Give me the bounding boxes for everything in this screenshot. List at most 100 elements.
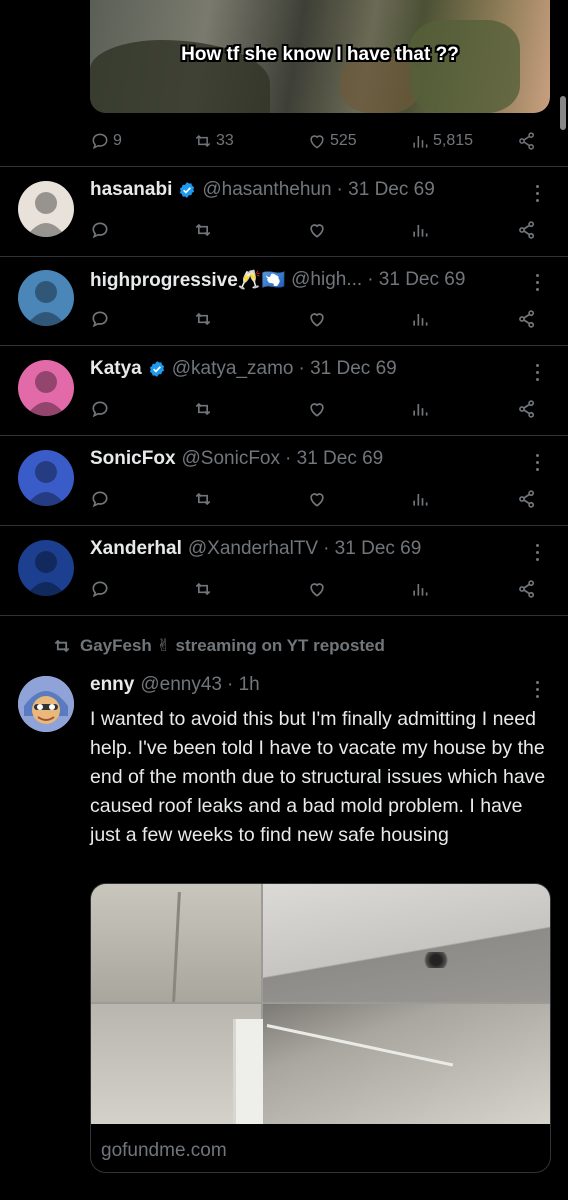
reply-icon bbox=[92, 133, 108, 150]
like-button[interactable] bbox=[307, 399, 327, 419]
heart-icon bbox=[307, 220, 327, 240]
avatar[interactable] bbox=[18, 360, 74, 416]
scrollbar-thumb[interactable] bbox=[560, 96, 566, 130]
avatar[interactable] bbox=[18, 181, 74, 237]
tweet-date[interactable]: · 31 Dec 69 bbox=[323, 538, 421, 560]
share-button[interactable] bbox=[517, 489, 537, 509]
more-options-button[interactable] bbox=[536, 274, 540, 291]
repost-icon bbox=[193, 579, 213, 599]
more-options-button[interactable] bbox=[536, 681, 540, 698]
avatar[interactable] bbox=[18, 540, 74, 596]
repost-button[interactable] bbox=[193, 579, 213, 599]
avatar-illustration bbox=[26, 551, 66, 596]
author-handle[interactable]: @high... bbox=[291, 269, 362, 291]
avatar[interactable] bbox=[18, 676, 74, 732]
views-icon bbox=[413, 136, 428, 148]
share-icon bbox=[519, 132, 534, 150]
author-line: Xanderhal @XanderhalTV · 31 Dec 69 bbox=[90, 538, 421, 560]
reply-button[interactable]: 9 bbox=[90, 131, 122, 151]
repost-indicator[interactable]: GayFesh ✌ streaming on YT reposted bbox=[52, 636, 385, 656]
tweet-action-bar bbox=[90, 487, 545, 511]
share-button[interactable] bbox=[517, 131, 537, 151]
tweet-date[interactable]: · 31 Dec 69 bbox=[337, 179, 435, 201]
author-line: enny @enny43 · 1h bbox=[90, 674, 260, 696]
reply-button[interactable] bbox=[90, 220, 110, 240]
photo-panel bbox=[263, 884, 550, 1002]
reply-button[interactable] bbox=[90, 489, 110, 509]
link-card[interactable]: gofundme.com bbox=[90, 883, 551, 1173]
repost-button[interactable] bbox=[193, 489, 213, 509]
avatar[interactable] bbox=[18, 450, 74, 506]
avatar[interactable] bbox=[18, 270, 74, 326]
author-name[interactable]: SonicFox bbox=[90, 448, 176, 470]
repost-button[interactable]: 33 bbox=[193, 131, 234, 151]
repost-button[interactable] bbox=[193, 220, 213, 240]
author-line: hasanabi @hasanthehun · 31 Dec 69 bbox=[90, 179, 435, 201]
repost-button[interactable] bbox=[193, 399, 213, 419]
share-icon bbox=[517, 399, 537, 419]
tweet-media-image[interactable]: How tf she know I have that ?? bbox=[90, 0, 550, 113]
avatar-illustration bbox=[26, 461, 66, 506]
more-options-button[interactable] bbox=[536, 364, 540, 381]
more-options-button[interactable] bbox=[536, 454, 540, 471]
avatar-illustration bbox=[26, 192, 66, 237]
reply-button[interactable] bbox=[90, 579, 110, 599]
author-line: SonicFox @SonicFox · 31 Dec 69 bbox=[90, 448, 383, 470]
share-icon bbox=[517, 309, 537, 329]
views-button[interactable] bbox=[410, 579, 430, 599]
author-name[interactable]: enny bbox=[90, 674, 134, 696]
author-name[interactable]: Xanderhal bbox=[90, 538, 182, 560]
tweet-action-bar bbox=[90, 397, 545, 421]
views-button[interactable] bbox=[410, 489, 430, 509]
avatar-illustration bbox=[26, 281, 66, 326]
tweet-date[interactable]: · 31 Dec 69 bbox=[367, 269, 465, 291]
repost-count: 33 bbox=[216, 132, 234, 149]
repost-button[interactable] bbox=[193, 309, 213, 329]
tweet-action-bar: 9 33 525 5,815 bbox=[90, 129, 545, 153]
views-icon bbox=[410, 489, 430, 509]
like-button[interactable]: 525 bbox=[307, 131, 357, 151]
author-handle[interactable]: @SonicFox bbox=[182, 448, 281, 470]
views-icon bbox=[410, 309, 430, 329]
author-handle[interactable]: @enny43 bbox=[140, 674, 222, 696]
author-handle[interactable]: @hasanthehun bbox=[202, 179, 331, 201]
reply-button[interactable] bbox=[90, 309, 110, 329]
heart-icon bbox=[307, 489, 327, 509]
reply-icon bbox=[90, 220, 110, 240]
like-button[interactable] bbox=[307, 220, 327, 240]
heart-icon bbox=[307, 399, 327, 419]
like-button[interactable] bbox=[307, 579, 327, 599]
tweet-time[interactable]: · 1h bbox=[227, 674, 260, 696]
repost-icon bbox=[54, 639, 70, 653]
author-name[interactable]: hasanabi bbox=[90, 179, 172, 201]
repost-icon bbox=[195, 134, 211, 148]
reply-button[interactable] bbox=[90, 399, 110, 419]
meme-caption: How tf she know I have that ?? bbox=[181, 44, 459, 65]
views-button[interactable] bbox=[410, 220, 430, 240]
share-button[interactable] bbox=[517, 579, 537, 599]
author-name[interactable]: highprogressive🥂🇦🇶 bbox=[90, 268, 285, 292]
tweet-date[interactable]: · 31 Dec 69 bbox=[298, 358, 396, 380]
share-button[interactable] bbox=[517, 220, 537, 240]
tweet-date[interactable]: · 31 Dec 69 bbox=[285, 448, 383, 470]
more-options-button[interactable] bbox=[536, 544, 540, 561]
share-button[interactable] bbox=[517, 399, 537, 419]
reply-icon bbox=[90, 489, 110, 509]
media-shape bbox=[410, 20, 520, 113]
author-handle[interactable]: @XanderhalTV bbox=[188, 538, 318, 560]
views-button[interactable] bbox=[410, 399, 430, 419]
like-button[interactable] bbox=[307, 489, 327, 509]
views-button[interactable]: 5,815 bbox=[410, 131, 473, 151]
heart-icon bbox=[307, 309, 327, 329]
like-button[interactable] bbox=[307, 309, 327, 329]
author-handle[interactable]: @katya_zamo bbox=[172, 358, 294, 380]
share-button[interactable] bbox=[517, 309, 537, 329]
more-options-button[interactable] bbox=[536, 185, 540, 202]
avatar-illustration bbox=[26, 371, 66, 416]
views-icon bbox=[410, 399, 430, 419]
author-name[interactable]: Katya bbox=[90, 358, 142, 380]
views-button[interactable] bbox=[410, 309, 430, 329]
door-frame bbox=[233, 1019, 263, 1124]
author-line: highprogressive🥂🇦🇶 @high... · 31 Dec 69 bbox=[90, 268, 465, 292]
like-count: 525 bbox=[330, 132, 357, 149]
